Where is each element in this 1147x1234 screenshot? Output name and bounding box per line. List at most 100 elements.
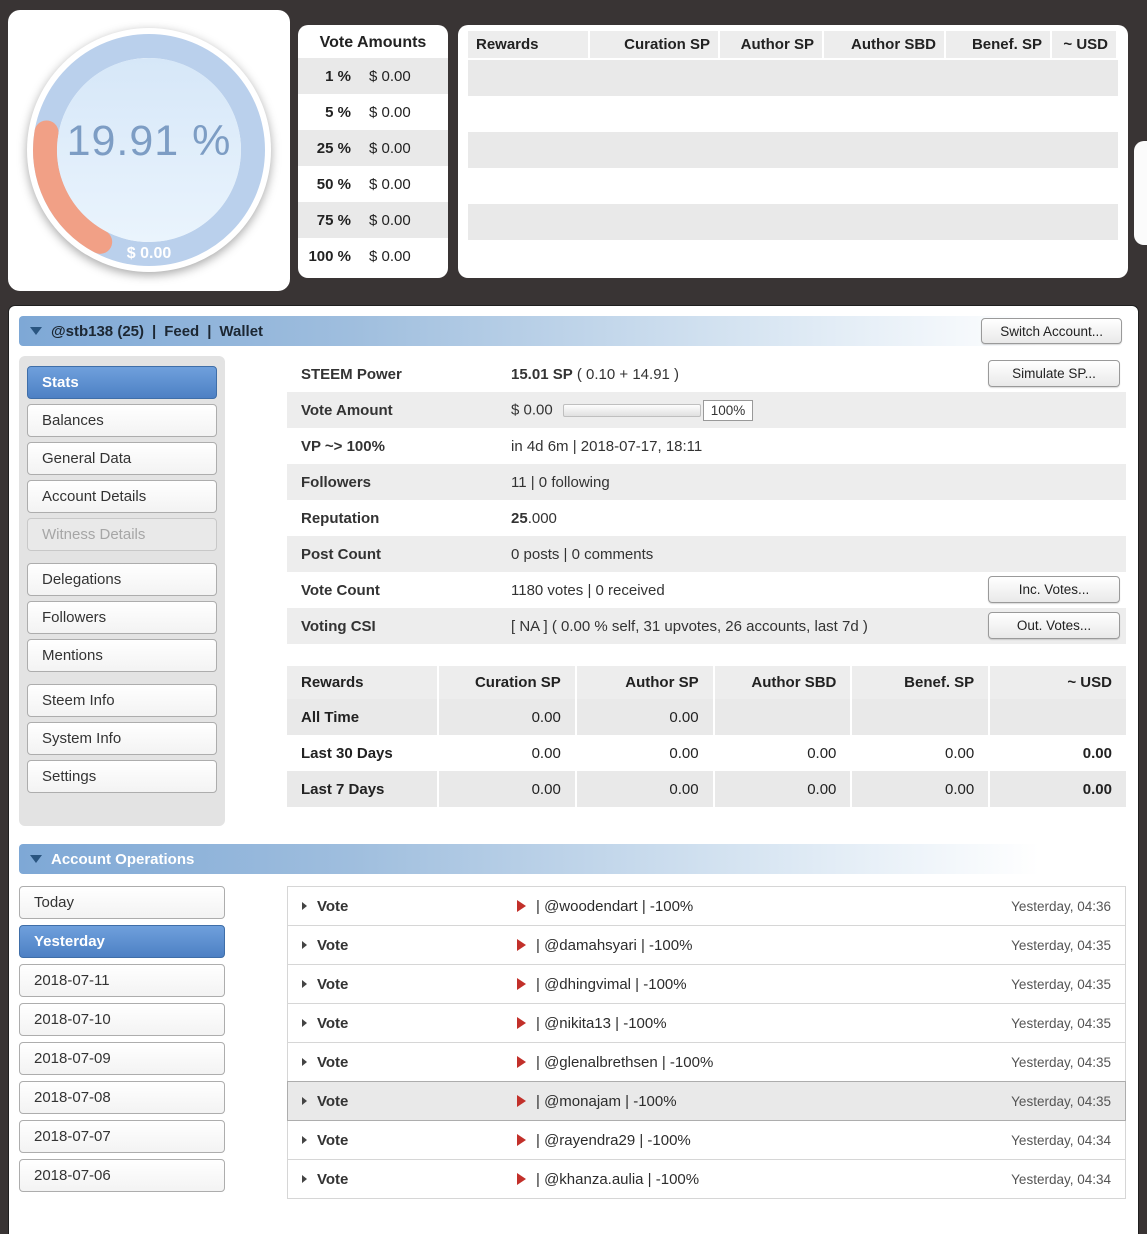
operation-detail: | @rayendra29 | -100%	[536, 1131, 691, 1149]
account-name[interactable]: @stb138 (25)	[51, 323, 144, 340]
operation-type: Vote	[317, 1131, 349, 1149]
vote-percent-label: 100 %	[308, 247, 351, 265]
feed-link[interactable]: Feed	[164, 323, 199, 340]
downvote-play-icon	[517, 1173, 526, 1185]
expand-caret-icon[interactable]	[302, 1019, 307, 1027]
expand-caret-icon[interactable]	[302, 1097, 307, 1105]
stat-row: Vote Count 1180 votes | 0 received Inc. …	[287, 572, 1126, 608]
sidebar-item[interactable]: General Data	[27, 442, 217, 475]
rewards-cell: 0.00	[852, 771, 989, 807]
date-filter-button[interactable]: 2018-07-06	[19, 1159, 225, 1192]
column-header: Author SP	[576, 666, 713, 699]
expand-caret-icon[interactable]	[302, 1136, 307, 1144]
date-filter-button[interactable]: Today	[19, 886, 225, 919]
stat-label: STEEM Power	[301, 365, 402, 383]
expand-caret-icon[interactable]	[302, 980, 307, 988]
operation-detail: | @khanza.aulia | -100%	[536, 1170, 700, 1188]
sidebar-item[interactable]: Settings	[27, 760, 217, 793]
date-filter-button[interactable]: Yesterday	[19, 925, 225, 958]
vote-amounts-list: 1 % $ 0.00 5 % $ 0.00 25 % $ 0.00 50 % $…	[298, 58, 448, 274]
stat-row: STEEM Power 15.01 SP ( 0.10 + 14.91 ) Si…	[287, 356, 1126, 392]
rewards-cell: 0.00	[714, 771, 851, 807]
sidebar-item[interactable]: System Info	[27, 722, 217, 755]
downvote-play-icon	[517, 1095, 526, 1107]
column-header: Author SBD	[824, 31, 944, 58]
rewards-summary-rows	[458, 60, 1128, 276]
stats-table: STEEM Power 15.01 SP ( 0.10 + 14.91 ) Si…	[287, 356, 1126, 644]
operation-type: Vote	[317, 1014, 349, 1032]
switch-account-button[interactable]: Switch Account...	[981, 318, 1122, 344]
date-filter-button[interactable]: 2018-07-09	[19, 1042, 225, 1075]
operation-detail: | @damahsyari | -100%	[536, 936, 693, 954]
rewards-cell	[852, 699, 989, 735]
stat-label: Vote Amount	[301, 401, 393, 419]
expand-caret-icon[interactable]	[302, 941, 307, 949]
stat-action-button[interactable]: Out. Votes...	[988, 612, 1120, 639]
date-filter-button[interactable]: 2018-07-08	[19, 1081, 225, 1114]
rewards-summary-panel: Rewards Curation SP Author SP Author SBD…	[458, 25, 1128, 278]
section-title: Account Operations	[51, 850, 195, 868]
operation-type: Vote	[317, 936, 349, 954]
expand-caret-icon[interactable]	[302, 1058, 307, 1066]
operation-row[interactable]: Vote | @khanza.aulia | -100% Yesterday, …	[287, 1159, 1126, 1199]
stat-action-button[interactable]: Inc. Votes...	[988, 576, 1120, 603]
wallet-link[interactable]: Wallet	[219, 323, 263, 340]
stat-value-text: 0 posts | 0 comments	[511, 545, 654, 563]
stat-value-text: 1180 votes | 0 received	[511, 581, 665, 599]
rewards-cell: 0.00	[669, 744, 699, 762]
vote-value-label: $ 0.00	[369, 247, 411, 265]
stat-value-text: .000	[527, 509, 557, 527]
operation-row[interactable]: Vote | @rayendra29 | -100% Yesterday, 04…	[287, 1120, 1126, 1160]
date-filter-button[interactable]: 2018-07-07	[19, 1120, 225, 1153]
separator: |	[207, 322, 212, 340]
operation-row[interactable]: Vote | @woodendart | -100% Yesterday, 04…	[287, 886, 1126, 926]
operation-row[interactable]: Vote | @monajam | -100% Yesterday, 04:35	[287, 1081, 1126, 1121]
stat-value-text: [ NA ] ( 0.00 % self, 31 upvotes, 26 acc…	[511, 617, 868, 635]
stat-value-text: ( 0.10 + 14.91 )	[572, 365, 680, 383]
sidebar-item[interactable]: Account Details	[27, 480, 217, 513]
stats-content: STEEM Power 15.01 SP ( 0.10 + 14.91 ) Si…	[287, 356, 1126, 807]
stat-label: Voting CSI	[301, 617, 376, 635]
date-filter-button[interactable]: 2018-07-11	[19, 964, 225, 997]
date-filter-button[interactable]: 2018-07-10	[19, 1003, 225, 1036]
operation-time: Yesterday, 04:35	[1011, 1015, 1111, 1031]
operation-row[interactable]: Vote | @glenalbrethsen | -100% Yesterday…	[287, 1042, 1126, 1082]
sidebar-item[interactable]: Followers	[27, 601, 217, 634]
vote-value-label: $ 0.00	[369, 175, 411, 193]
operation-time: Yesterday, 04:34	[1011, 1171, 1111, 1187]
collapse-icon[interactable]	[30, 327, 42, 335]
sidebar-item[interactable]: Steem Info	[27, 684, 217, 717]
separator: |	[152, 322, 157, 340]
empty-reward-row	[468, 60, 1118, 96]
stat-value: 25.000	[511, 510, 1126, 527]
sidebar: Stats Balances General Data Account Deta…	[19, 356, 225, 826]
sidebar-item[interactable]: Mentions	[27, 639, 217, 672]
sidebar-item[interactable]: Balances	[27, 404, 217, 437]
stat-label: Followers	[301, 473, 372, 491]
operation-row[interactable]: Vote | @dhingvimal | -100% Yesterday, 04…	[287, 964, 1126, 1004]
vote-value-label: $ 0.00	[369, 211, 411, 229]
operation-row[interactable]: Vote | @damahsyari | -100% Yesterday, 04…	[287, 925, 1126, 965]
vote-amount-row: 5 % $ 0.00	[298, 94, 448, 130]
empty-reward-row	[468, 204, 1118, 240]
vote-amounts-panel: Vote Amounts 1 % $ 0.00 5 % $ 0.00 25 % …	[298, 25, 448, 278]
column-header: Author SBD	[714, 666, 851, 699]
sidebar-item[interactable]: Stats	[27, 366, 217, 399]
collapse-icon[interactable]	[30, 855, 42, 863]
rewards-table-header: Rewards Curation SP Author SP Author SBD…	[287, 666, 1126, 699]
empty-reward-row	[468, 132, 1118, 168]
expand-caret-icon[interactable]	[302, 1175, 307, 1183]
stat-row: Vote Amount $ 0.00 100%	[287, 392, 1126, 428]
sidebar-item[interactable]: Delegations	[27, 563, 217, 596]
rewards-row: Last 30 Days 0.00 0.00 0.00 0.00 0.00	[287, 735, 1126, 771]
operation-row[interactable]: Vote | @nikita13 | -100% Yesterday, 04:3…	[287, 1003, 1126, 1043]
vote-amount-row: 25 % $ 0.00	[298, 130, 448, 166]
expand-caret-icon[interactable]	[302, 902, 307, 910]
stat-value: 0 posts | 0 comments	[511, 546, 1126, 563]
vote-value-label: $ 0.00	[369, 139, 411, 157]
operation-type: Vote	[317, 975, 349, 993]
slider-value-box[interactable]: 100%	[702, 399, 754, 421]
vote-amount-slider[interactable]: 100%	[562, 399, 754, 421]
stat-action-button[interactable]: Simulate SP...	[988, 360, 1120, 387]
slider-track[interactable]	[562, 403, 701, 417]
